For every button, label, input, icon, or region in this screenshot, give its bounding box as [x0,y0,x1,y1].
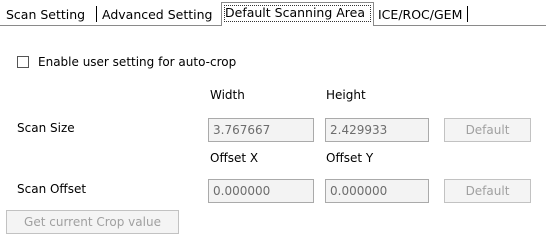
offset-y-header: Offset Y [326,151,374,165]
offset-x-header: Offset X [210,151,259,165]
scan-size-label: Scan Size [17,121,75,135]
offset-default-button[interactable]: Default [444,179,531,203]
size-default-button[interactable]: Default [444,118,531,142]
height-header: Height [326,88,366,102]
tab-separator [467,6,468,22]
tab-default-scanning-area-label: Default Scanning Area [225,5,366,20]
offset-x-field[interactable]: 0.000000 [208,179,314,203]
tab-advanced-setting[interactable]: Advanced Setting [102,4,212,25]
scan-offset-label: Scan Offset [17,182,87,196]
get-crop-value-button[interactable]: Get current Crop value [6,210,179,234]
height-field[interactable]: 2.429933 [325,118,429,142]
tab-strip: Scan Setting Advanced Setting Default Sc… [0,0,546,28]
tab-ice-roc-gem[interactable]: ICE/ROC/GEM [378,4,462,25]
autocrop-label: Enable user setting for auto-crop [38,55,237,69]
default-scanning-area-panel: Scan Setting Advanced Setting Default Sc… [0,0,546,241]
tab-default-scanning-area[interactable]: Default Scanning Area [221,2,374,26]
offset-y-field[interactable]: 0.000000 [325,179,429,203]
tab-separator [96,6,97,22]
width-field[interactable]: 3.767667 [208,118,314,142]
tab-scan-setting[interactable]: Scan Setting [6,4,85,25]
autocrop-checkbox[interactable] [17,56,29,68]
width-header: Width [210,88,245,102]
